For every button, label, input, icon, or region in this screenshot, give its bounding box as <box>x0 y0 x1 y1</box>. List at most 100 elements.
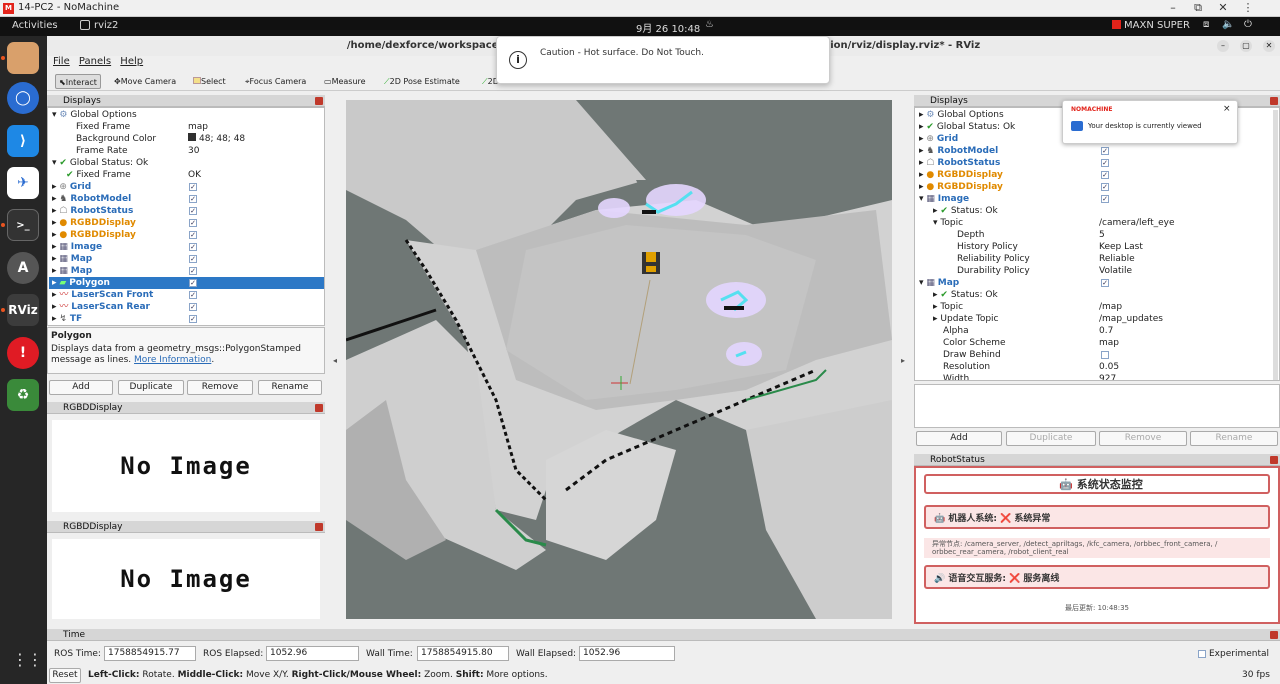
wall-elapsed-field[interactable]: 1052.96 <box>579 646 675 661</box>
datetime[interactable]: 9月 26 10:48 <box>636 20 700 35</box>
checkbox[interactable]: ✓ <box>189 291 197 299</box>
checkbox[interactable]: ✓ <box>189 315 197 323</box>
terminal-icon[interactable]: >_ <box>7 209 39 241</box>
tree-row[interactable]: Depth <box>957 229 984 241</box>
tree-row[interactable]: Width <box>943 373 969 380</box>
tree-row[interactable]: Alpha <box>943 325 969 337</box>
tree-row[interactable]: Fixed Frame <box>76 121 130 133</box>
software-updater-icon[interactable]: A <box>7 252 39 284</box>
close-panel-icon[interactable] <box>315 404 323 412</box>
checkbox[interactable]: ✓ <box>189 195 197 203</box>
checkbox[interactable]: ✓ <box>189 303 197 311</box>
minimize-button[interactable]: – <box>1163 1 1183 14</box>
tree-row[interactable]: ▾ Topic <box>933 217 963 229</box>
tree-value[interactable]: OK <box>188 169 201 181</box>
tree-row[interactable]: History Policy <box>957 241 1018 253</box>
tree-row[interactable]: ▸ ↯ TF <box>52 313 82 325</box>
rename-button[interactable]: Rename <box>258 380 322 395</box>
more-information-link[interactable]: More Information <box>134 355 211 365</box>
checkbox[interactable]: ✓ <box>189 231 197 239</box>
tree-row[interactable]: ▸ ▦ Image <box>52 241 102 253</box>
restore-button[interactable]: ⧉ <box>1188 1 1208 15</box>
tree-value[interactable]: map <box>1099 337 1119 349</box>
tree-row[interactable]: ▸ 〰 LaserScan Front <box>52 289 153 301</box>
tree-row[interactable]: Draw Behind <box>943 349 1001 361</box>
app-menu[interactable]: rviz2 <box>94 20 118 31</box>
checkbox[interactable]: ✓ <box>1101 183 1109 191</box>
tree-row[interactable]: ▸ ⊕ Grid <box>919 133 958 145</box>
wall-time-field[interactable]: 1758854915.80 <box>417 646 509 661</box>
left-displays-tree[interactable]: ▾ ⚙ Global Options Fixed Frame map Backg… <box>47 107 325 326</box>
menu-help[interactable]: Help <box>120 56 143 67</box>
network-icon[interactable]: ⧈ <box>1203 19 1209 30</box>
power-icon[interactable]: ⏻ <box>1244 19 1252 30</box>
close-panel-icon[interactable] <box>315 97 323 105</box>
checkbox[interactable]: ✓ <box>189 207 197 215</box>
tree-row[interactable]: ▸ Update Topic <box>933 313 998 325</box>
tree-row[interactable]: ▾ ▦ Map <box>919 277 959 289</box>
tool-measure[interactable]: ▭Measure <box>321 74 369 89</box>
tree-row[interactable]: ▸ ☖ RobotStatus <box>52 205 133 217</box>
tree-row[interactable]: ▸ Topic <box>933 301 963 313</box>
tree-row[interactable]: ▸ ▦ Map <box>52 265 92 277</box>
checkbox[interactable]: ✓ <box>189 255 197 263</box>
feishu-icon[interactable]: ✈ <box>7 167 39 199</box>
tree-row-selected[interactable]: ▸ ▰ Polygon <box>49 277 324 289</box>
tree-value[interactable]: Reliable <box>1099 253 1135 265</box>
tree-row[interactable]: ▾ ⚙ Global Options <box>52 109 324 121</box>
tree-value[interactable]: /map <box>1099 301 1122 313</box>
more-menu-icon[interactable]: ⋮ <box>1238 1 1258 14</box>
tree-value[interactable]: 927 <box>1099 373 1116 380</box>
tree-value[interactable]: /map_updates <box>1099 313 1163 325</box>
tree-row[interactable]: ✔ Fixed Frame <box>66 169 131 181</box>
checkbox[interactable]: ✓ <box>1101 195 1109 203</box>
tree-value[interactable]: /camera/left_eye <box>1099 217 1175 229</box>
right-add-button[interactable]: Add <box>916 431 1002 446</box>
tree-row[interactable]: ▸ 〰 LaserScan Rear <box>52 301 150 313</box>
menu-file[interactable]: File <box>53 56 70 67</box>
tree-row[interactable]: ▸ ♞ RobotModel <box>52 193 131 205</box>
tree-value[interactable]: 30 <box>188 145 199 157</box>
ros-time-field[interactable]: 1758854915.77 <box>104 646 196 661</box>
tree-row[interactable]: ▸ ● RGBDDisplay <box>919 181 1003 193</box>
menu-panels[interactable]: Panels <box>79 56 111 67</box>
collapse-left-icon[interactable]: ◂ <box>333 356 337 365</box>
tree-value[interactable]: 0.05 <box>1099 361 1119 373</box>
tree-row[interactable]: ▸ ▦ Map <box>52 253 92 265</box>
trash-icon[interactable]: ♻ <box>7 379 39 411</box>
tree-value[interactable]: Volatile <box>1099 265 1132 277</box>
checkbox[interactable]: ✓ <box>189 219 197 227</box>
ros-elapsed-field[interactable]: 1052.96 <box>266 646 359 661</box>
tree-row[interactable]: Resolution <box>943 361 990 373</box>
close-panel-icon[interactable] <box>1270 97 1278 105</box>
tree-row[interactable]: ▸ ✔ Global Status: Ok <box>919 121 1015 133</box>
checkbox[interactable]: ✓ <box>189 279 197 287</box>
tree-row[interactable]: ▸ ☖ RobotStatus <box>919 157 1000 169</box>
tree-row[interactable]: Background Color <box>76 133 156 145</box>
checkbox[interactable]: ✓ <box>189 243 197 251</box>
error-report-icon[interactable]: ! <box>7 337 39 369</box>
volume-icon[interactable]: 🔈 <box>1222 19 1234 30</box>
vscode-icon[interactable]: ⟩ <box>7 125 39 157</box>
tree-row[interactable]: ▾ ✔ Global Status: Ok <box>52 157 148 169</box>
tree-row[interactable]: ▸ ♞ RobotModel <box>919 145 998 157</box>
reset-button[interactable]: Reset <box>49 668 81 683</box>
tree-value[interactable]: map <box>188 121 208 133</box>
close-panel-icon[interactable] <box>315 523 323 531</box>
close-panel-icon[interactable] <box>1270 456 1278 464</box>
nomachine-notification[interactable]: NOMACHINE Your desktop is currently view… <box>1062 100 1238 144</box>
activities-button[interactable]: Activities <box>12 20 58 31</box>
experimental-checkbox[interactable] <box>1198 650 1206 658</box>
tree-row[interactable]: Reliability Policy <box>957 253 1030 265</box>
checkbox[interactable]: ✓ <box>1101 279 1109 287</box>
right-displays-tree[interactable]: ▸ ⚙ Global Options ▸ ✔ Global Status: Ok… <box>914 107 1280 381</box>
scrollbar[interactable] <box>1273 110 1278 380</box>
tree-row[interactable]: ▸ ● RGBDDisplay <box>919 169 1003 181</box>
tool-2d-pose-estimate[interactable]: ⟋2D Pose Estimate <box>381 74 463 89</box>
checkbox[interactable]: ✓ <box>189 267 197 275</box>
notification-close-icon[interactable]: × <box>1223 104 1231 114</box>
add-button[interactable]: Add <box>49 380 113 395</box>
chromium-icon[interactable]: ◯ <box>7 82 39 114</box>
draw-behind-checkbox[interactable] <box>1101 351 1109 359</box>
tree-row[interactable]: ▸ ● RGBDDisplay <box>52 217 136 229</box>
